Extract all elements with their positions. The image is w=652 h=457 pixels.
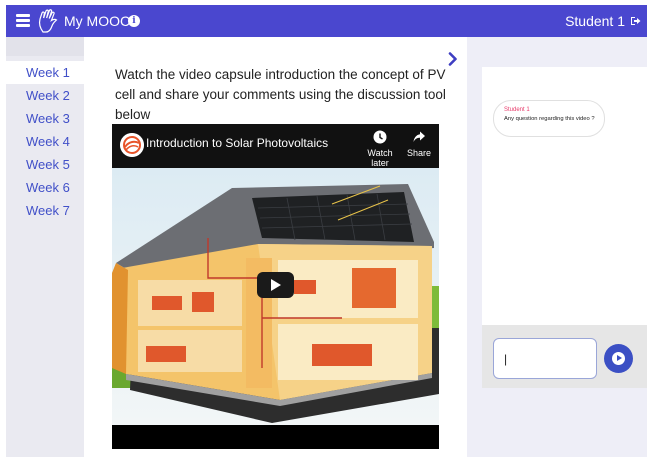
- sidebar-item-week-4[interactable]: Week 4: [6, 130, 84, 153]
- sidebar-item-week-2[interactable]: Week 2: [6, 84, 84, 107]
- play-button[interactable]: [257, 272, 294, 298]
- user-name[interactable]: Student 1: [565, 13, 625, 29]
- chat-messages: Student 1 Any question regarding this vi…: [482, 67, 647, 325]
- sidebar-item-week-3[interactable]: Week 3: [6, 107, 84, 130]
- sidebar-header-strip: [6, 37, 84, 56]
- share-button[interactable]: Share: [404, 130, 434, 158]
- app-title: My MOOC: [64, 13, 131, 29]
- chevron-right-icon[interactable]: [448, 52, 458, 66]
- chat-message-input[interactable]: [493, 338, 597, 379]
- logout-icon[interactable]: [630, 16, 641, 26]
- watch-later-button[interactable]: Watch later: [358, 130, 402, 168]
- sidebar-item-week-1[interactable]: Week 1: [6, 61, 84, 84]
- watch-later-label: Watch later: [367, 148, 393, 168]
- hamburger-menu-icon[interactable]: [16, 14, 30, 27]
- video-title[interactable]: Introduction to Solar Photovoltaics: [146, 136, 328, 150]
- discussion-panel: Student 1 Any question regarding this vi…: [467, 37, 647, 457]
- share-label: Share: [406, 148, 432, 158]
- sidebar-item-week-7[interactable]: Week 7: [6, 199, 84, 222]
- main-content: Watch the video capsule introduction the…: [84, 37, 467, 457]
- message-text: Any question regarding this video ?: [504, 116, 595, 122]
- lesson-instructions: Watch the video capsule introduction the…: [115, 67, 446, 122]
- chat-compose-area: [482, 325, 647, 388]
- chat-message: Student 1 Any question regarding this vi…: [493, 100, 605, 137]
- message-author: Student 1: [504, 107, 530, 113]
- video-player[interactable]: Introduction to Solar Photovoltaics Watc…: [112, 124, 439, 449]
- info-icon[interactable]: i: [128, 15, 140, 27]
- share-arrow-icon: [413, 131, 425, 142]
- sidebar-item-week-5[interactable]: Week 5: [6, 153, 84, 176]
- week-list: Week 1 Week 2 Week 3 Week 4 Week 5 Week …: [6, 61, 84, 222]
- sidebar-item-week-6[interactable]: Week 6: [6, 176, 84, 199]
- hand-logo-icon: [39, 9, 58, 33]
- channel-logo-icon[interactable]: [120, 133, 144, 157]
- video-header: Introduction to Solar Photovoltaics Watc…: [112, 124, 439, 168]
- sidebar: Week 1 Week 2 Week 3 Week 4 Week 5 Week …: [6, 37, 84, 457]
- top-bar: My MOOC i Student 1: [6, 5, 647, 37]
- clock-icon: [373, 130, 387, 144]
- send-message-button[interactable]: [604, 344, 633, 373]
